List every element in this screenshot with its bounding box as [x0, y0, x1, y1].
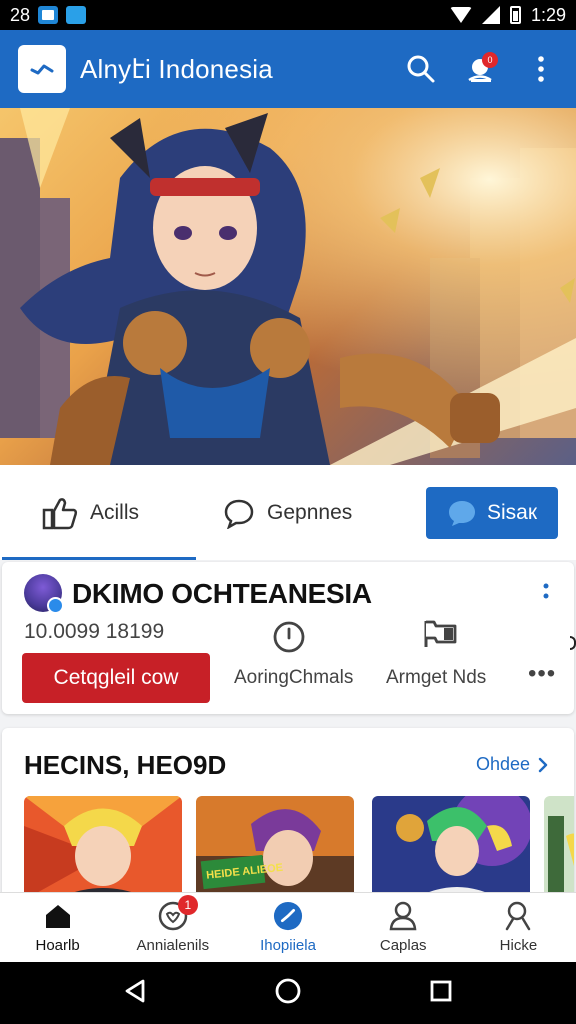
channel-tab-1[interactable]: AoringChmals — [234, 667, 353, 689]
bottom-navigation: Hoarlb 1 Annialenils Ihopiiela Caplas Hi… — [0, 892, 576, 962]
thumbs-up-icon — [42, 497, 78, 529]
search-icon — [407, 55, 435, 83]
app-logo[interactable] — [18, 45, 66, 93]
status-time-left: 28 — [10, 4, 31, 25]
hero-thumbnail-2[interactable]: HEIDE ALIEOE — [196, 796, 354, 898]
recents-square-icon — [430, 980, 452, 1001]
like-label: Acills — [90, 500, 140, 524]
heroes-section: HECINS, HEO9D Ohdee HEIDE ALIEOE — [2, 728, 574, 898]
search-person-icon — [506, 901, 531, 931]
hero-banner-image[interactable] — [0, 108, 576, 465]
chat-bubble-icon — [448, 500, 475, 526]
anime-warrior-illustration — [0, 108, 576, 465]
channel-card: DKIMO OCHTEANESIA 10.0099 18199 Cetqglei… — [2, 562, 574, 714]
blonde-hero-image — [24, 796, 182, 898]
nav-profile-label: Caplas — [379, 937, 427, 954]
system-navigation-bar — [0, 962, 576, 1024]
more-options-button[interactable] — [524, 52, 558, 86]
home-nav-button[interactable] — [274, 977, 302, 1010]
back-triangle-icon — [125, 979, 145, 1002]
nav-activity[interactable]: 1 Annialenils — [115, 893, 230, 962]
channel-menu-button[interactable] — [542, 582, 550, 604]
report-button[interactable] — [422, 618, 458, 655]
nav-home[interactable]: Hoarlb — [0, 893, 115, 962]
nav-explore-label: Ihopiiela — [260, 937, 316, 954]
see-more-link[interactable]: Ohdee — [476, 754, 548, 775]
nav-activity-label: Annialenils — [136, 937, 210, 954]
channel-stats: 10.0099 18199 — [24, 620, 165, 643]
status-clock: 1:29 — [530, 4, 566, 25]
section-title: HECINS, HEO9D — [24, 750, 227, 780]
comment-label: Gepnnes — [267, 500, 353, 524]
home-icon — [45, 905, 70, 928]
active-tab-indicator — [2, 557, 196, 560]
battery-icon — [509, 6, 521, 24]
hero-thumbnail-3[interactable] — [372, 796, 530, 898]
status-bar: 28 1:29 — [0, 0, 576, 30]
nav-explore[interactable]: Ihopiiela — [230, 893, 345, 962]
share-button[interactable]: Sisaк — [426, 486, 558, 539]
hero-thumbnail-1[interactable] — [24, 796, 182, 898]
chevron-right-icon — [538, 757, 548, 772]
channel-tab-2[interactable]: Armget Nds — [386, 667, 486, 689]
home-circle-icon — [275, 978, 301, 1003]
nav-search-people[interactable]: Hicke — [461, 893, 576, 962]
app-title: Alnyէi Indonesia — [80, 53, 273, 84]
like-button[interactable]: Acills — [42, 496, 139, 530]
comment-bubble-icon — [224, 499, 254, 529]
clock-icon — [273, 621, 305, 653]
check-circle-icon — [273, 901, 303, 931]
notifications-button[interactable]: 0 — [464, 52, 498, 86]
history-button[interactable] — [272, 620, 306, 659]
more-vertical-icon — [543, 583, 549, 599]
channel-name: DKIMO OCHTEANESIA — [72, 578, 372, 609]
partial-hero-image — [544, 796, 574, 898]
comment-button[interactable]: Gepnnes — [223, 497, 352, 529]
flag-icon — [424, 620, 457, 647]
signal-icon — [481, 6, 500, 24]
recents-button[interactable] — [429, 979, 453, 1008]
nav-search-people-label: Hicke — [499, 937, 538, 954]
nav-home-label: Hoarlb — [35, 937, 80, 954]
channel-avatar[interactable] — [24, 574, 64, 614]
purple-hero-image: HEIDE ALIEOE — [196, 796, 354, 898]
reaction-bar: Acills Gepnnes Sisaк — [0, 465, 576, 560]
app-notification-icon — [38, 6, 59, 24]
chart-icon — [30, 64, 54, 75]
app-screen: 28 1:29 Alnyէi Indonesia 0 Acills Gepnne… — [0, 0, 576, 1024]
nav-activity-badge: 1 — [177, 895, 198, 915]
usb-icon — [66, 6, 87, 24]
app-bar: Alnyէi Indonesia 0 — [0, 30, 576, 108]
nav-profile[interactable]: Caplas — [346, 893, 461, 962]
search-button[interactable] — [404, 52, 438, 86]
hero-thumbnail-4[interactable] — [544, 796, 574, 898]
person-icon — [389, 901, 417, 931]
wifi-icon — [449, 7, 472, 23]
edge-handle-icon — [570, 636, 576, 650]
share-label: Sisaк — [486, 500, 538, 524]
back-button[interactable] — [123, 978, 147, 1009]
channel-more-button[interactable]: ••• — [528, 660, 556, 688]
subscribe-button[interactable]: Cetqgleil cow — [22, 653, 210, 703]
see-more-label: Ohdee — [475, 754, 530, 774]
notification-count: 0 — [482, 52, 498, 68]
green-hero-image — [372, 796, 530, 898]
more-vertical-icon — [538, 56, 544, 82]
